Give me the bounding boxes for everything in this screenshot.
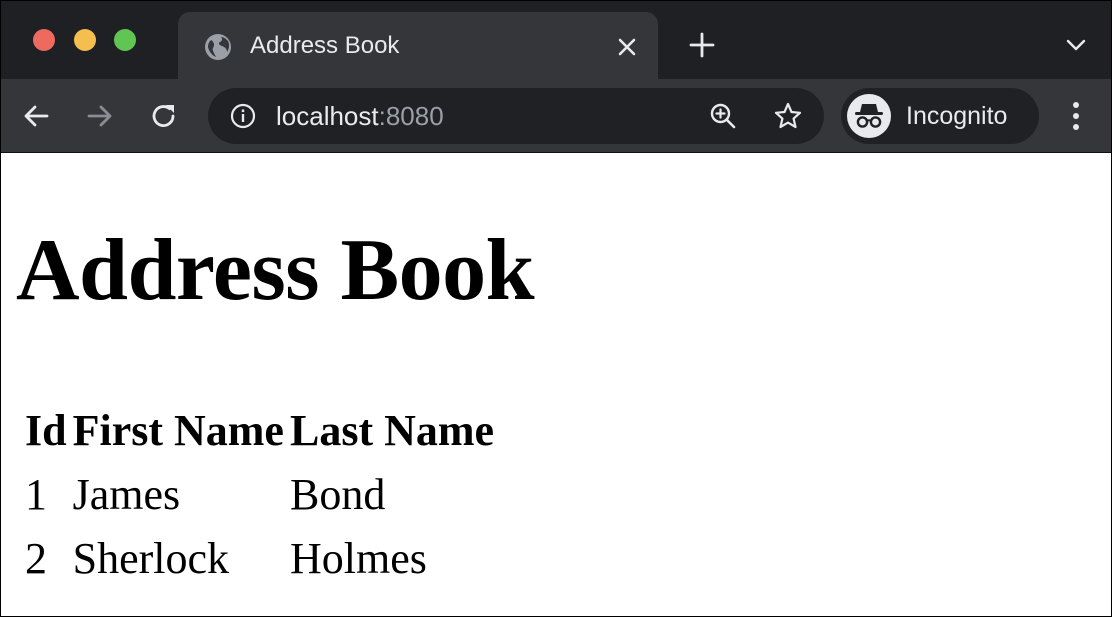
- maximize-window-button[interactable]: [114, 29, 136, 51]
- globe-icon: [205, 34, 231, 60]
- column-header-first-name: First Name: [72, 406, 284, 455]
- column-header-id: Id: [25, 406, 67, 455]
- address-table: Id First Name Last Name 1 James Bond 2 S…: [19, 397, 500, 593]
- reload-icon[interactable]: [149, 101, 179, 131]
- profile-label: Incognito: [906, 102, 1008, 130]
- bookmark-star-icon[interactable]: [773, 101, 803, 131]
- cell-last-name: Bond: [289, 470, 386, 519]
- info-icon[interactable]: [230, 103, 256, 129]
- address-bar[interactable]: localhost:8080: [208, 88, 824, 144]
- tab-strip: Address Book: [1, 1, 1111, 79]
- minimize-window-button[interactable]: [74, 29, 96, 51]
- close-tab-icon[interactable]: [616, 36, 638, 58]
- tab-title: Address Book: [250, 32, 400, 59]
- url-port: :8080: [378, 101, 444, 131]
- page-content: Address Book Id First Name Last Name 1 J…: [1, 153, 1111, 616]
- zoom-in-icon[interactable]: [708, 101, 738, 131]
- cell-id: 2: [25, 534, 47, 583]
- back-arrow-icon[interactable]: [21, 101, 51, 131]
- table-row: 1 James Bond: [25, 465, 494, 525]
- table-header-row: Id First Name Last Name: [25, 401, 494, 461]
- cell-first-name: Sherlock: [72, 534, 229, 583]
- page-title: Address Book: [16, 222, 535, 319]
- cell-last-name: Holmes: [289, 534, 427, 583]
- cell-first-name: James: [72, 470, 181, 519]
- close-window-button[interactable]: [33, 29, 55, 51]
- column-header-last-name: Last Name: [289, 406, 495, 455]
- tab-address-book[interactable]: Address Book: [178, 12, 658, 79]
- url-host: localhost: [276, 101, 379, 131]
- new-tab-icon[interactable]: [689, 32, 715, 58]
- chevron-down-icon[interactable]: [1065, 37, 1087, 53]
- profile-button[interactable]: Incognito: [841, 88, 1039, 144]
- browser-window: Address Book localhost:8080 Incognito Ad…: [0, 0, 1112, 617]
- table-row: 2 Sherlock Holmes: [25, 529, 494, 589]
- incognito-icon: [855, 104, 883, 128]
- incognito-avatar: [847, 94, 891, 138]
- browser-toolbar: localhost:8080 Incognito: [1, 79, 1111, 153]
- cell-id: 1: [25, 470, 47, 519]
- url-text[interactable]: localhost:8080: [276, 101, 444, 131]
- more-menu-icon[interactable]: [1065, 99, 1087, 133]
- forward-arrow-icon[interactable]: [85, 101, 115, 131]
